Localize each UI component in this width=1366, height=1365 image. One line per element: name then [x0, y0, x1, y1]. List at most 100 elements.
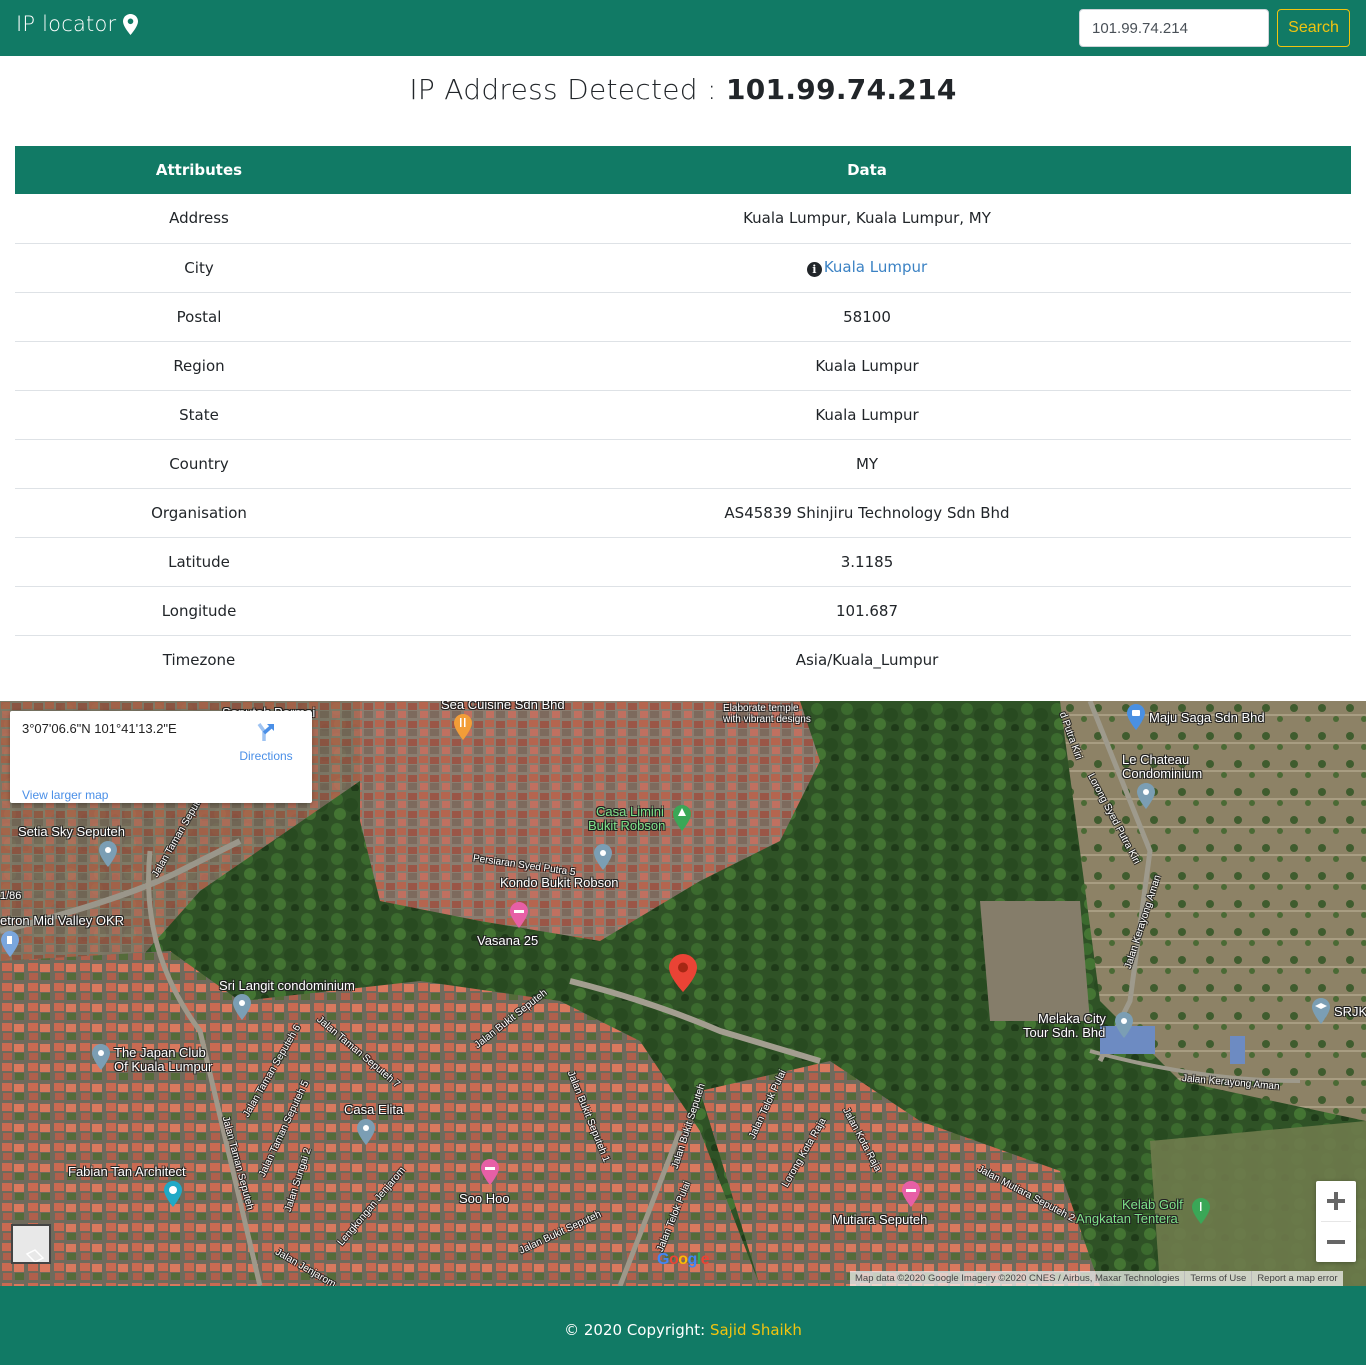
row-value: AS45839 Shinjiru Technology Sdn Bhd — [724, 503, 1010, 522]
zoom-in-button[interactable] — [1316, 1181, 1356, 1221]
row-attribute: Address — [169, 209, 229, 228]
map-label-place: Elaborate temple — [723, 703, 799, 714]
table-row: Organisation AS45839 Shinjiru Technology… — [15, 488, 1351, 537]
page-title-prefix: IP Address Detected : — [409, 73, 726, 106]
shopping-pin-icon[interactable] — [1127, 704, 1145, 730]
terms-of-use-link[interactable]: Terms of Use — [1184, 1271, 1251, 1286]
minus-icon — [1327, 1240, 1345, 1244]
restaurant-pin-icon[interactable] — [454, 714, 472, 740]
school-pin-icon[interactable] — [1312, 998, 1330, 1024]
map-attribution: Map data ©2020 Google Imagery ©2020 CNES… — [850, 1271, 1343, 1286]
table-row: Country MY — [15, 439, 1351, 488]
map-label-place: Angkatan Tentera — [1076, 1211, 1178, 1226]
map-label-place: 1/86 — [0, 890, 22, 902]
map-label-place: Tour Sdn. Bhd — [1023, 1025, 1106, 1040]
row-attribute: State — [179, 405, 219, 424]
directions-label: Directions — [239, 749, 293, 763]
table-header-row: Attributes Data — [15, 146, 1351, 194]
row-value: Kuala Lumpur, Kuala Lumpur, MY — [743, 209, 991, 228]
embedded-map[interactable]: Seputeh Permai Sea Cuisine Sdn Bhd Elabo… — [0, 701, 1366, 1286]
map-label-place: Vasana 25 — [477, 933, 539, 948]
row-attribute: Longitude — [161, 601, 237, 620]
row-attribute: Postal — [176, 307, 222, 326]
search-button[interactable]: Search — [1277, 9, 1350, 47]
map-label-place: Maju Saga Sdn Bhd — [1149, 710, 1265, 725]
row-attribute: City — [184, 258, 214, 277]
map-data-credit: Map data ©2020 Google Imagery ©2020 CNES… — [855, 1273, 1180, 1284]
report-map-error-link[interactable]: Report a map error — [1251, 1271, 1342, 1286]
place-pin-icon[interactable] — [1115, 1012, 1133, 1038]
ip-info-table: Attributes Data Address Kuala Lumpur, Ku… — [15, 146, 1351, 684]
map-label-place: Soo Hoo — [459, 1191, 510, 1206]
map-info-card: 3°07'06.6"N 101°41'13.2"E Directions Vie… — [10, 711, 312, 803]
place-pin-icon[interactable] — [357, 1119, 375, 1145]
map-label-place: Setia Sky Seputeh — [18, 824, 125, 839]
row-attribute: Organisation — [151, 503, 247, 522]
info-circle-icon: i — [806, 262, 822, 277]
art-pin-icon[interactable] — [164, 1181, 182, 1207]
map-label-place: The Japan Club — [114, 1045, 206, 1060]
place-pin-icon[interactable] — [1137, 783, 1155, 809]
header-attributes: Attributes — [155, 161, 243, 179]
navbar: IP locator Search — [0, 0, 1366, 56]
header-data: Data — [847, 161, 887, 179]
map-layer-toggle[interactable] — [11, 1224, 51, 1264]
city-link[interactable]: Kuala Lumpur — [824, 258, 927, 276]
map-layer-icon — [25, 1249, 45, 1263]
detected-ip: 101.99.74.214 — [726, 73, 957, 106]
hotel-pin-icon[interactable] — [902, 1181, 920, 1207]
map-label-place: Melaka City — [1038, 1011, 1106, 1026]
place-pin-icon[interactable] — [92, 1044, 110, 1070]
map-label-place: Sri Langit condominium — [219, 978, 355, 993]
map-label-place: Condominium — [1122, 766, 1203, 781]
map-label-place: Fabian Tan Architect — [68, 1164, 186, 1179]
map-label-place: Kondo Bukit Robson — [500, 875, 619, 890]
row-value: i Kuala Lumpur — [383, 243, 1351, 292]
map-label-place: Kelab Golf — [1122, 1197, 1183, 1212]
row-value: Kuala Lumpur — [815, 405, 919, 424]
brand-name: IP locator — [16, 12, 117, 36]
google-logo: Google — [657, 1251, 710, 1268]
directions-button[interactable]: Directions — [238, 721, 294, 763]
row-value: MY — [855, 454, 879, 473]
copyright-text: © 2020 Copyright: — [564, 1321, 710, 1339]
map-label-place: SRJK — [1334, 1004, 1366, 1019]
table-row: Timezone Asia/Kuala_Lumpur — [15, 635, 1351, 684]
map-zoom-control — [1316, 1181, 1356, 1262]
plus-icon — [1327, 1192, 1345, 1210]
map-label-place: Mutiara Seputeh — [832, 1212, 928, 1227]
golf-pin-icon[interactable] — [1192, 1198, 1210, 1224]
zoom-out-button[interactable] — [1316, 1222, 1356, 1262]
map-label-place: Of Kuala Lumpur — [114, 1059, 213, 1074]
row-value: Kuala Lumpur — [815, 356, 919, 375]
row-attribute: Latitude — [168, 552, 230, 571]
map-label-place: Casa Limini — [596, 804, 664, 819]
table-row: Address Kuala Lumpur, Kuala Lumpur, MY — [15, 194, 1351, 243]
hotel-pin-icon[interactable] — [481, 1159, 499, 1185]
table-row: Postal 58100 — [15, 292, 1351, 341]
row-value: 58100 — [843, 307, 891, 326]
location-marker-icon[interactable] — [669, 954, 697, 992]
row-attribute: Country — [169, 454, 229, 473]
map-label-place: with vibrant designs — [723, 714, 811, 725]
place-pin-icon[interactable] — [233, 994, 251, 1020]
place-pin-icon[interactable] — [594, 844, 612, 870]
table-row: City i Kuala Lumpur — [15, 243, 1351, 292]
hotel-pin-icon[interactable] — [510, 902, 528, 928]
author-link[interactable]: Sajid Shaikh — [710, 1321, 802, 1339]
view-larger-map-link[interactable]: View larger map — [22, 788, 108, 802]
brand-link[interactable]: IP locator — [16, 12, 139, 36]
map-label-place: etron Mid Valley OKR — [0, 913, 125, 928]
ip-search-input[interactable] — [1079, 9, 1269, 47]
map-coordinates: 3°07'06.6"N 101°41'13.2"E — [22, 721, 177, 736]
map-label-place: Bukit Robson — [588, 818, 666, 833]
footer: © 2020 Copyright: Sajid Shaikh — [0, 1286, 1366, 1365]
row-value: Asia/Kuala_Lumpur — [795, 650, 939, 669]
place-pin-icon[interactable] — [99, 841, 117, 867]
row-attribute: Timezone — [162, 650, 236, 669]
table-row: Longitude 101.687 — [15, 586, 1351, 635]
park-pin-icon[interactable] — [673, 805, 691, 831]
gas-station-pin-icon[interactable] — [1, 931, 19, 957]
map-marker-icon — [123, 13, 139, 35]
directions-icon — [257, 722, 274, 741]
